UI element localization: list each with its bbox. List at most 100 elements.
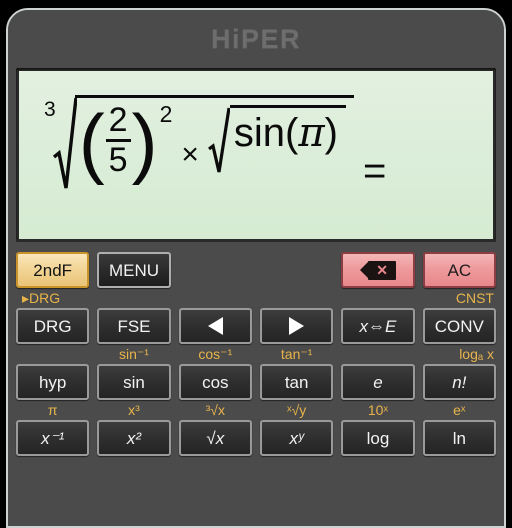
backspace-button[interactable]: ✕ xyxy=(341,252,415,288)
inner-paren-close: ) xyxy=(324,111,338,156)
square-root-content: sin ( π ) xyxy=(229,105,346,157)
key-row-control: 2ndF ▸DRG MENU ✕ AC CNST xyxy=(16,252,496,308)
euler-e-sublabel: 10ˣ xyxy=(367,402,389,418)
inner-paren-open: ( xyxy=(285,111,299,156)
key-cell: log xyxy=(341,420,415,456)
key-row-trig: hyp π sin x³ cos ³√x tan ˣ√y e 10ˣ n! eˣ xyxy=(16,364,496,420)
fraction-denominator: 5 xyxy=(108,140,128,179)
square-root-label: √x xyxy=(206,428,225,448)
key-cell: tan ˣ√y xyxy=(259,364,334,420)
key-cell: n! eˣ xyxy=(422,364,496,420)
reciprocal-label: x⁻¹ xyxy=(41,428,65,448)
key-cell: hyp π xyxy=(16,364,90,420)
device-frame: HiPER 3 (2 5) 2 × sin (π) = 2ndF ▸DR… xyxy=(6,8,506,528)
conv-label: CONV xyxy=(434,316,484,336)
hyp-label: hyp xyxy=(38,372,67,392)
menu-button[interactable]: MENU xyxy=(97,252,171,288)
fraction-numerator: 2 xyxy=(108,101,128,139)
sin-label: sin xyxy=(123,372,145,392)
key-cell: x⇔E xyxy=(341,308,415,364)
function-name: sin xyxy=(233,111,286,156)
square-label: x² xyxy=(126,428,142,448)
equals-symbol: = xyxy=(363,149,387,193)
arrow-left-icon xyxy=(207,317,223,335)
euler-e-label: e xyxy=(373,372,383,392)
square-root-button[interactable]: √x xyxy=(178,420,252,456)
all-clear-button[interactable]: AC xyxy=(422,252,496,288)
drg-label: DRG xyxy=(33,316,72,336)
cursor-left-sublabel: cos⁻¹ xyxy=(198,346,233,362)
square-button[interactable]: x² xyxy=(97,420,171,456)
power-xy-button[interactable]: xʸ xyxy=(259,420,334,456)
all-clear-label: AC xyxy=(447,260,472,280)
calculator-display[interactable]: 3 ( 2 5) 2 × sin (π) = xyxy=(19,71,493,239)
factorial-sublabel: eˣ xyxy=(453,402,466,418)
key-cell: MENU xyxy=(97,252,171,308)
key-cell: FSE sin⁻¹ xyxy=(97,308,171,364)
key-cell: cos ³√x xyxy=(178,364,252,420)
backspace-icon-x: ✕ xyxy=(376,262,388,278)
tan-button[interactable]: tan xyxy=(259,364,334,400)
x-exchange-e-label: x⇔E xyxy=(359,316,397,336)
fraction: 2 5 xyxy=(105,101,131,179)
key-cell: tan⁻¹ xyxy=(259,308,334,364)
key-cell: AC CNST xyxy=(422,252,496,308)
hyp-button[interactable]: hyp xyxy=(16,364,90,400)
cos-button[interactable]: cos xyxy=(178,364,252,400)
conv-button[interactable]: CONV xyxy=(422,308,496,344)
key-cell: x⁻¹ xyxy=(16,420,90,456)
drg-sublabel xyxy=(16,344,89,364)
app-title: HiPER xyxy=(210,23,302,54)
exponent: 2 xyxy=(159,101,173,127)
conv-sublabel: logₐ x xyxy=(459,346,494,362)
hyp-sublabel: π xyxy=(47,402,58,418)
x-exchange-e-sublabel xyxy=(341,344,414,364)
arrow-right-icon xyxy=(289,317,305,335)
key-cell: √x xyxy=(178,420,252,456)
key-cell: CONV logₐ x xyxy=(422,308,496,364)
sin-sublabel: x³ xyxy=(128,402,140,418)
drg-button[interactable]: DRG xyxy=(16,308,90,344)
second-function-label: 2ndF xyxy=(33,260,73,280)
log-button[interactable]: log xyxy=(341,420,415,456)
second-function-sublabel: ▸DRG xyxy=(22,290,61,306)
expression: 3 ( 2 5) 2 × sin (π) = xyxy=(41,95,386,191)
fse-label: FSE xyxy=(117,316,151,336)
tan-sublabel: ˣ√y xyxy=(287,402,307,418)
key-cell: cos⁻¹ xyxy=(178,308,252,364)
cursor-right-button[interactable] xyxy=(259,308,334,344)
x-exchange-e-button[interactable]: x⇔E xyxy=(341,308,415,344)
power-xy-label: xʸ xyxy=(289,428,304,448)
paren-open: ( xyxy=(78,97,105,186)
title-bar: HiPER xyxy=(8,10,504,68)
radical-sign-icon xyxy=(52,95,77,191)
display-bezel: 3 ( 2 5) 2 × sin (π) = xyxy=(16,68,496,242)
factorial-label: n! xyxy=(452,372,467,392)
euler-e-button[interactable]: e xyxy=(341,364,415,400)
cos-label: cos xyxy=(202,372,229,392)
sin-button[interactable]: sin xyxy=(97,364,171,400)
key-cell: DRG xyxy=(16,308,90,364)
cos-sublabel: ³√x xyxy=(205,402,225,418)
all-clear-sublabel: CNST xyxy=(455,290,494,306)
fse-sublabel: sin⁻¹ xyxy=(119,346,149,362)
radical-sign-icon xyxy=(207,105,230,175)
key-cell: xʸ xyxy=(259,420,334,456)
key-cell: ✕ xyxy=(341,252,415,308)
ln-button[interactable]: ln xyxy=(422,420,496,456)
paren-close: ) xyxy=(131,97,158,186)
factorial-button[interactable]: n! xyxy=(422,364,496,400)
key-cell: 2ndF ▸DRG xyxy=(16,252,90,308)
inner-argument: π xyxy=(298,110,325,157)
keypad: 2ndF ▸DRG MENU ✕ AC CNST DRG FSE sin⁻¹ c… xyxy=(8,242,504,456)
menu-sublabel xyxy=(97,288,170,308)
menu-label: MENU xyxy=(108,260,160,280)
fse-button[interactable]: FSE xyxy=(97,308,171,344)
key-cell: ln xyxy=(422,420,496,456)
second-function-button[interactable]: 2ndF xyxy=(16,252,90,288)
reciprocal-button[interactable]: x⁻¹ xyxy=(16,420,90,456)
cursor-left-button[interactable] xyxy=(178,308,252,344)
multiply-symbol: × xyxy=(181,138,199,172)
key-row-mode: DRG FSE sin⁻¹ cos⁻¹ tan⁻¹ x⇔E CONV logₐ … xyxy=(16,308,496,364)
backspace-sublabel xyxy=(341,288,414,308)
